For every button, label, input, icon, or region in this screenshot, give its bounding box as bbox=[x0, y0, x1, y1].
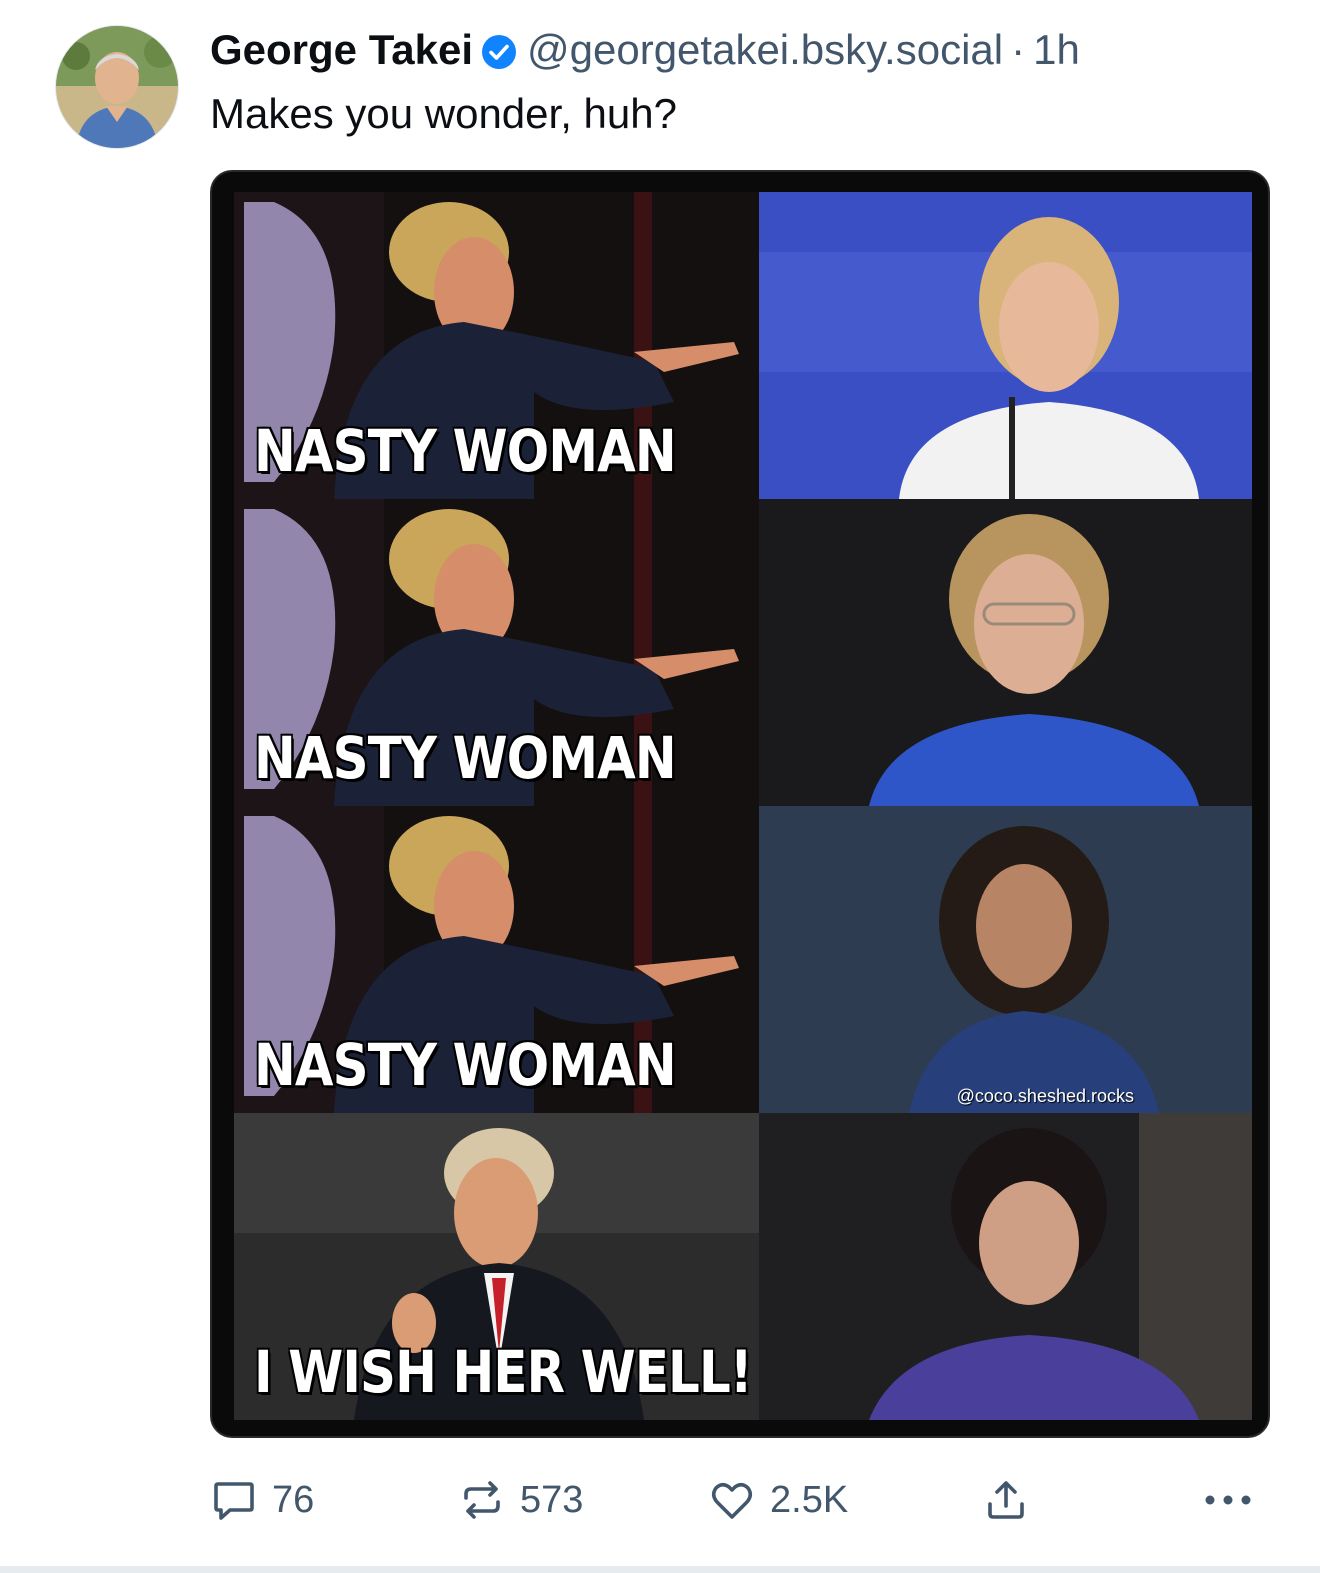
meme-grid: NASTY WOMAN NASTY WOMAN NASTY WOMAN @coc… bbox=[234, 192, 1252, 1420]
meta-separator: · bbox=[1011, 26, 1026, 73]
meme-caption-2: NASTY WOMAN bbox=[254, 724, 677, 792]
repost-button[interactable]: 573 bbox=[458, 1470, 583, 1530]
post-actions: 76 573 2.5K bbox=[0, 1470, 1320, 1530]
post-divider bbox=[0, 1566, 1320, 1573]
like-count: 2.5K bbox=[770, 1478, 849, 1521]
reply-count: 76 bbox=[272, 1478, 315, 1521]
reply-button[interactable]: 76 bbox=[210, 1470, 314, 1530]
author-avatar[interactable] bbox=[56, 26, 178, 148]
author-name[interactable]: George Takei bbox=[210, 26, 473, 74]
meme-watermark: @coco.sheshed.rocks bbox=[956, 1086, 1134, 1106]
meme-panel-right-4 bbox=[759, 1113, 1252, 1420]
reply-icon bbox=[214, 1482, 254, 1520]
meme-panel-right-3: @coco.sheshed.rocks bbox=[759, 806, 1252, 1113]
meme-caption-4: I WISH HER WELL! bbox=[254, 1338, 753, 1406]
meme-panel-left-1: NASTY WOMAN bbox=[234, 192, 759, 499]
verified-badge-icon bbox=[481, 32, 517, 69]
more-icon bbox=[1205, 1495, 1251, 1505]
post-time[interactable]: 1h bbox=[1033, 26, 1080, 74]
post-header: George Takei @georgetakei.bsky.social · … bbox=[210, 26, 1080, 74]
meme-panel-left-2: NASTY WOMAN bbox=[234, 499, 759, 806]
meme-panel-right-1 bbox=[759, 192, 1252, 499]
meme-panel-right-2 bbox=[759, 499, 1252, 806]
share-icon bbox=[988, 1481, 1024, 1519]
like-icon bbox=[711, 1482, 753, 1519]
share-button[interactable] bbox=[982, 1470, 1044, 1530]
post-text: Makes you wonder, huh? bbox=[210, 90, 677, 137]
like-button[interactable]: 2.5K bbox=[708, 1470, 848, 1530]
meme-caption-1: NASTY WOMAN bbox=[254, 417, 677, 485]
meme-panel-left-4: I WISH HER WELL! bbox=[234, 1113, 759, 1420]
meme-caption-3: NASTY WOMAN bbox=[254, 1031, 677, 1099]
more-options-button[interactable] bbox=[1200, 1470, 1270, 1530]
author-handle[interactable]: @georgetakei.bsky.social bbox=[527, 26, 1003, 74]
meme-panel-left-3: NASTY WOMAN bbox=[234, 806, 759, 1113]
post-image[interactable]: NASTY WOMAN NASTY WOMAN NASTY WOMAN @coc… bbox=[210, 170, 1270, 1438]
repost-icon bbox=[464, 1481, 500, 1519]
repost-count: 573 bbox=[520, 1478, 584, 1521]
